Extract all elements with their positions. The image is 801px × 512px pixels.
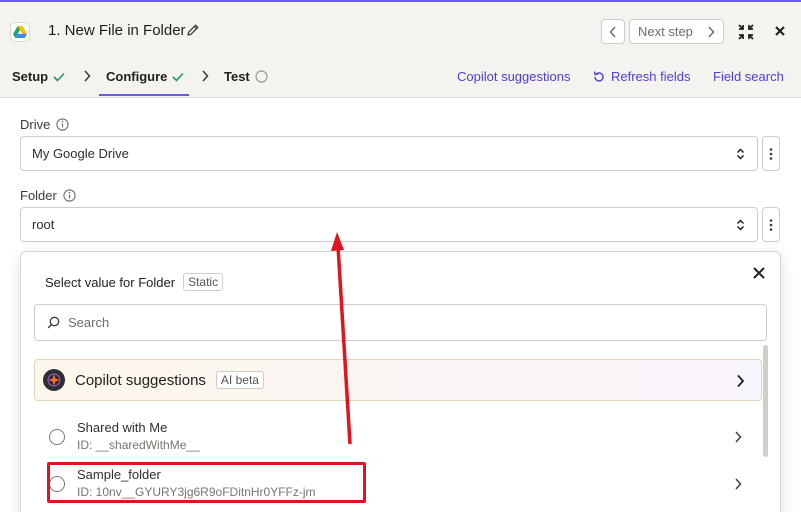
- copilot-logo-icon: [43, 369, 65, 391]
- field-search-link[interactable]: Field search: [713, 69, 784, 84]
- tab-test-label: Test: [224, 69, 250, 84]
- drive-field-label: Drive: [20, 117, 69, 132]
- checkmark-icon: [172, 72, 184, 82]
- radio-button[interactable]: [49, 429, 65, 445]
- drive-select[interactable]: My Google Drive: [20, 136, 758, 171]
- close-icon[interactable]: [773, 24, 787, 38]
- more-vertical-icon: [769, 147, 773, 160]
- chevron-right-icon[interactable]: [734, 431, 742, 443]
- chevron-right-icon: [708, 26, 715, 38]
- search-placeholder: Search: [68, 315, 110, 330]
- chevron-right-icon: [737, 374, 745, 388]
- tab-test[interactable]: Test: [224, 69, 268, 84]
- option-id: ID: __sharedWithMe__: [77, 438, 200, 452]
- refresh-fields-button[interactable]: Refresh fields: [592, 69, 690, 84]
- ai-beta-badge: AI beta: [215, 371, 264, 389]
- step-tabs: Setup Configure Test Copilot suggestions…: [0, 58, 801, 98]
- folder-more-button[interactable]: [762, 207, 780, 242]
- info-icon[interactable]: [56, 118, 69, 131]
- popup-title: Select value for Folder Static: [45, 273, 224, 291]
- chevron-right-icon: [202, 70, 209, 82]
- refresh-fields-label: Refresh fields: [611, 69, 691, 84]
- copilot-suggestions-label: Copilot suggestions: [457, 69, 571, 84]
- folder-field-label: Folder: [20, 188, 76, 203]
- empty-circle-icon: [255, 70, 268, 83]
- next-step-label: Next step: [638, 24, 693, 39]
- tab-setup[interactable]: Setup: [12, 69, 65, 84]
- info-icon[interactable]: [63, 189, 76, 202]
- chevron-right-icon[interactable]: [734, 478, 742, 490]
- static-badge: Static: [183, 273, 224, 291]
- next-step-button[interactable]: Next step: [629, 19, 724, 44]
- chevron-updown-icon: [736, 148, 745, 160]
- copilot-suggestions-link[interactable]: Copilot suggestions: [457, 69, 570, 84]
- refresh-icon: [593, 70, 604, 82]
- drive-label-text: Drive: [20, 117, 51, 132]
- folder-select-value: root: [32, 217, 55, 232]
- google-drive-icon: [10, 22, 30, 42]
- tab-setup-label: Setup: [12, 69, 49, 84]
- tab-configure-label: Configure: [106, 69, 168, 84]
- copilot-suggestions-button[interactable]: Copilot suggestions AI beta: [34, 359, 762, 401]
- active-tab-indicator: [99, 94, 189, 96]
- collapse-icon[interactable]: [737, 23, 755, 41]
- pencil-icon[interactable]: [186, 23, 200, 37]
- drive-select-value: My Google Drive: [32, 146, 129, 161]
- close-icon[interactable]: [752, 266, 766, 280]
- tab-configure[interactable]: Configure: [106, 69, 184, 84]
- copilot-suggestions-text: Copilot suggestions: [75, 371, 206, 389]
- checkmark-icon: [53, 72, 65, 82]
- search-input[interactable]: Search: [34, 304, 767, 341]
- folder-select[interactable]: root: [20, 207, 758, 242]
- popup-title-text: Select value for Folder: [45, 274, 176, 290]
- chevron-left-icon: [609, 25, 616, 38]
- editor-header: 1. New File in Folder Next step: [0, 0, 801, 58]
- option-name: Shared with Me: [77, 420, 168, 435]
- step-title[interactable]: 1. New File in Folder: [48, 22, 186, 39]
- more-vertical-icon: [769, 218, 773, 231]
- field-search-label: Field search: [713, 69, 784, 84]
- search-icon: [47, 316, 60, 329]
- folder-label-text: Folder: [20, 188, 57, 203]
- drive-more-button[interactable]: [762, 136, 780, 171]
- annotation-highlight-box: [47, 462, 366, 503]
- list-item[interactable]: Shared with Me ID: __sharedWithMe__: [34, 415, 762, 461]
- chevron-updown-icon: [736, 219, 745, 231]
- scrollbar[interactable]: [763, 345, 768, 457]
- chevron-right-icon: [84, 70, 91, 82]
- previous-step-button[interactable]: [601, 19, 625, 44]
